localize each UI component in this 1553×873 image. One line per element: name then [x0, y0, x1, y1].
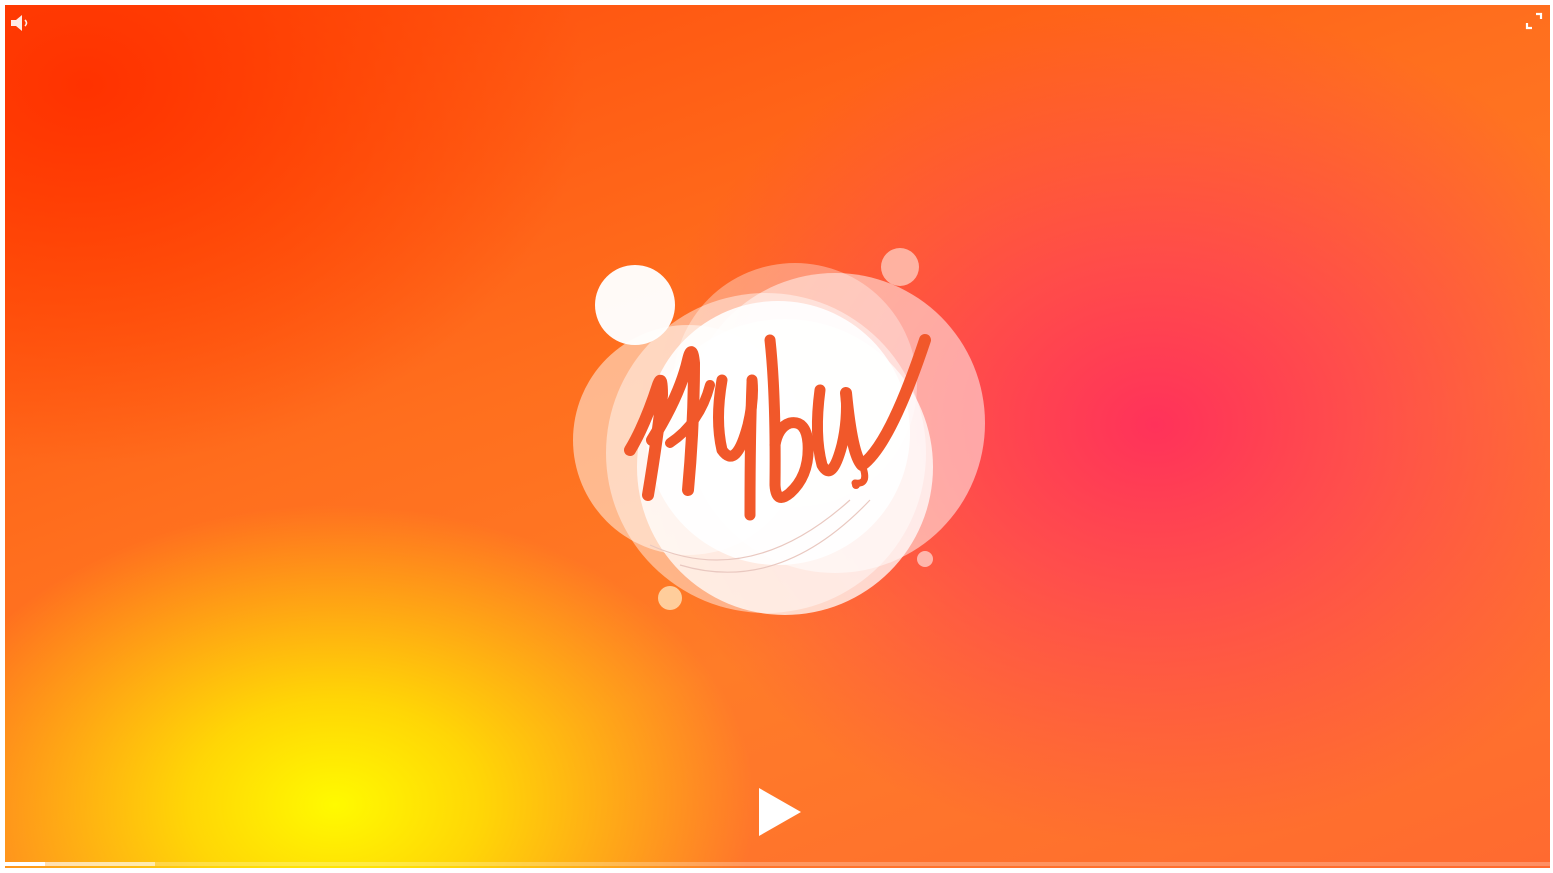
volume-icon [11, 15, 28, 31]
fullscreen-button[interactable] [1524, 11, 1544, 31]
video-player[interactable] [5, 5, 1550, 868]
progress-bar[interactable] [5, 862, 1550, 866]
volume-button[interactable] [9, 13, 35, 33]
play-button[interactable] [753, 782, 807, 842]
progress-played [5, 862, 45, 866]
fullscreen-icon [1525, 12, 1543, 30]
hubu-logo [573, 248, 985, 615]
play-icon [759, 788, 801, 836]
